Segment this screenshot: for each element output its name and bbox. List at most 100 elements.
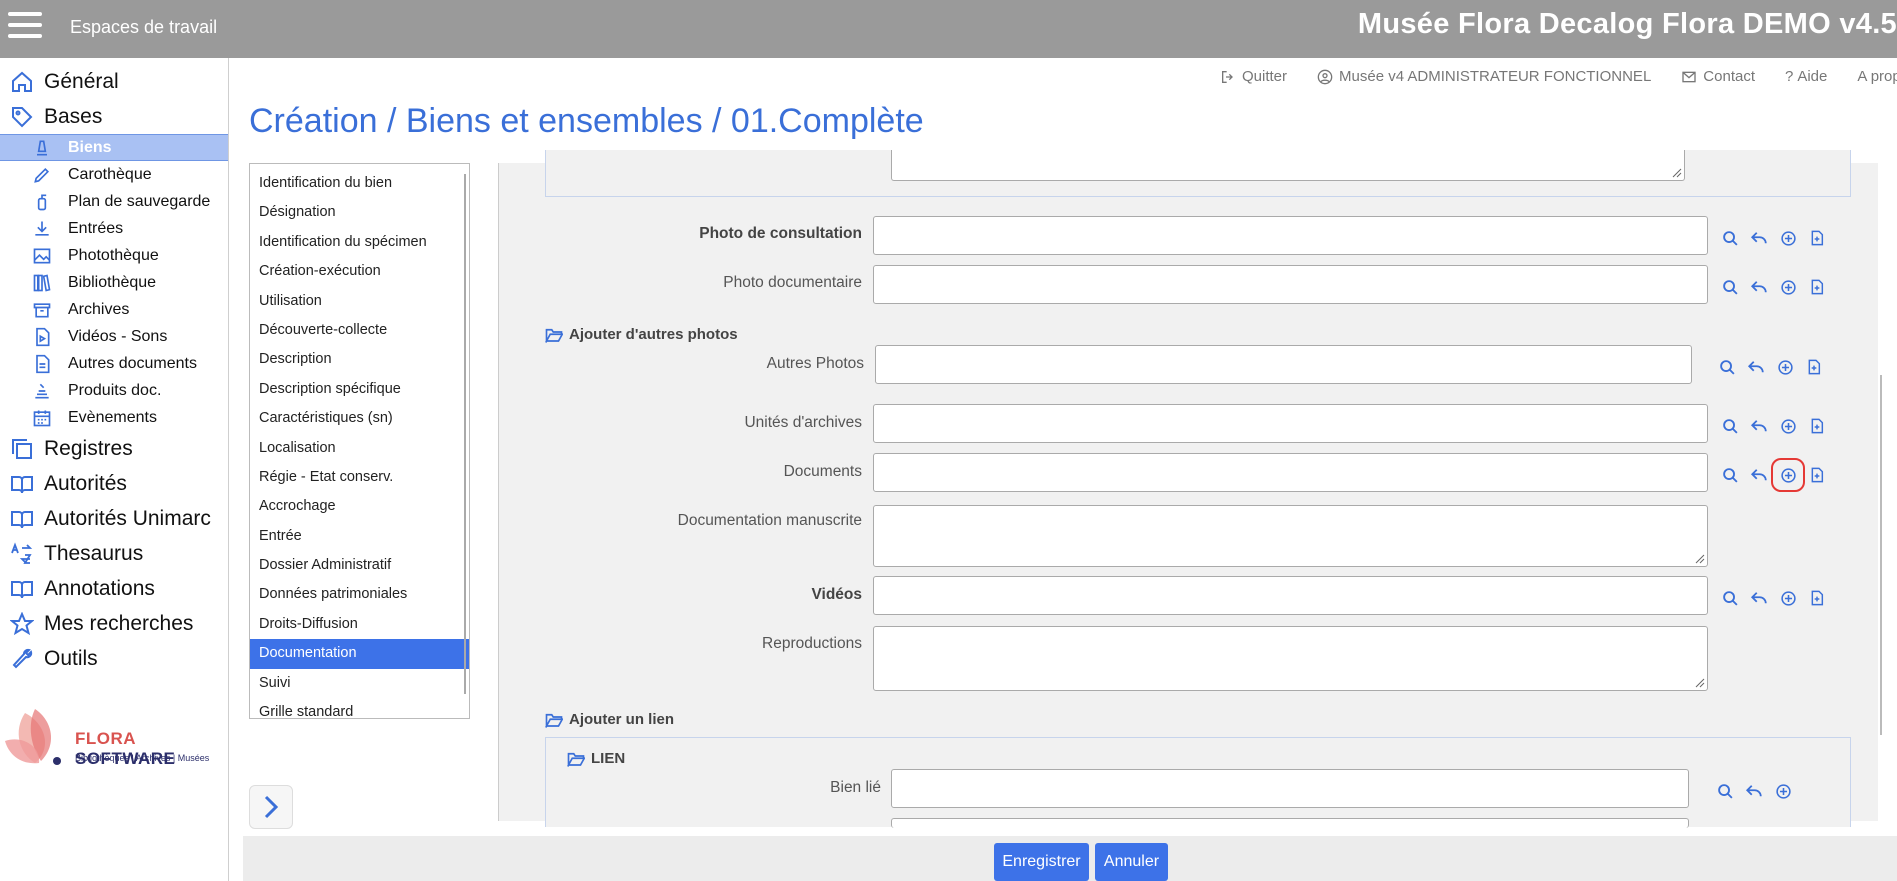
add-circle-icon[interactable] xyxy=(1778,228,1798,248)
nav-outils[interactable]: Outils xyxy=(0,641,228,676)
add-circle-icon[interactable] xyxy=(1775,357,1795,377)
quit-link[interactable]: Quitter xyxy=(1220,68,1287,85)
nav-bases[interactable]: Bases xyxy=(0,99,228,134)
add-circle-icon[interactable] xyxy=(1771,458,1805,492)
section-item[interactable]: Identification du spécimen xyxy=(250,228,469,257)
undo-icon[interactable] xyxy=(1746,357,1766,377)
search-icon[interactable] xyxy=(1715,781,1735,801)
workspaces-link[interactable]: Espaces de travail xyxy=(70,17,217,38)
undo-icon[interactable] xyxy=(1749,228,1769,248)
nav-general[interactable]: Général xyxy=(0,64,228,99)
help-link[interactable]: ? Aide xyxy=(1785,68,1827,85)
section-item[interactable]: Données patrimoniales xyxy=(250,580,469,609)
new-file-icon[interactable] xyxy=(1804,357,1824,377)
form-scrollbar[interactable] xyxy=(1880,375,1882,735)
contact-link[interactable]: Contact xyxy=(1681,68,1755,85)
documentation-manuscrite-textarea[interactable] xyxy=(873,505,1708,567)
search-icon[interactable] xyxy=(1717,357,1737,377)
documents-field[interactable] xyxy=(873,453,1708,492)
sidebar-item-evenements[interactable]: Evènements xyxy=(0,404,228,431)
sidebar-item-produits-doc[interactable]: Produits doc. xyxy=(0,377,228,404)
search-icon[interactable] xyxy=(1720,588,1740,608)
question-icon: ? xyxy=(1785,68,1794,85)
section-item[interactable]: Régie - Etat conserv. xyxy=(250,463,469,492)
sidebar-item-videos-sons[interactable]: Vidéos - Sons xyxy=(0,323,228,350)
add-circle-icon[interactable] xyxy=(1778,588,1798,608)
section-list-scrollbar[interactable] xyxy=(464,174,466,694)
sidebar-item-carotheque[interactable]: Carothèque xyxy=(0,161,228,188)
add-link-group[interactable]: Ajouter un lien xyxy=(545,711,674,728)
sidebar-item-plan-sauvegarde[interactable]: Plan de sauvegarde xyxy=(0,188,228,215)
search-icon[interactable] xyxy=(1720,277,1740,297)
section-item[interactable]: Identification du bien xyxy=(250,169,469,198)
add-circle-icon[interactable] xyxy=(1778,416,1798,436)
user-icon xyxy=(1317,69,1333,84)
undo-icon[interactable] xyxy=(1749,588,1769,608)
section-item[interactable]: Suivi xyxy=(250,669,469,698)
user-link[interactable]: Musée v4 ADMINISTRATEUR FONCTIONNEL xyxy=(1317,68,1651,85)
new-file-icon[interactable] xyxy=(1807,465,1827,485)
sidebar-item-entrees[interactable]: Entrées xyxy=(0,215,228,242)
undo-icon[interactable] xyxy=(1744,781,1764,801)
section-item[interactable]: Utilisation xyxy=(250,287,469,316)
section-item[interactable]: Entrée xyxy=(250,522,469,551)
sidebar-item-autres-documents[interactable]: Autres documents xyxy=(0,350,228,377)
biens-icon xyxy=(30,136,54,160)
section-item[interactable]: Désignation xyxy=(250,198,469,227)
tag-icon xyxy=(8,103,36,131)
nav-annotations[interactable]: Annotations xyxy=(0,571,228,606)
undo-icon[interactable] xyxy=(1749,465,1769,485)
section-item[interactable]: Description spécifique xyxy=(250,375,469,404)
nav-annotations-label: Annotations xyxy=(44,576,155,600)
add-other-photos-group[interactable]: Ajouter d'autres photos xyxy=(545,326,738,343)
new-file-icon[interactable] xyxy=(1807,228,1827,248)
section-item[interactable]: Description xyxy=(250,345,469,374)
next-field-partial[interactable] xyxy=(891,818,1689,828)
new-file-icon[interactable] xyxy=(1807,277,1827,297)
section-item[interactable]: Dossier Administratif xyxy=(250,551,469,580)
section-item[interactable]: Droits-Diffusion xyxy=(250,610,469,639)
photo-consultation-field[interactable] xyxy=(873,216,1708,255)
new-file-icon[interactable] xyxy=(1807,588,1827,608)
section-item[interactable]: Localisation xyxy=(250,434,469,463)
photo-documentaire-field[interactable] xyxy=(873,265,1708,304)
section-item[interactable]: Création-exécution xyxy=(250,257,469,286)
add-circle-icon[interactable] xyxy=(1773,781,1793,801)
unites-archives-field[interactable] xyxy=(873,404,1708,443)
new-file-icon[interactable] xyxy=(1807,416,1827,436)
search-icon[interactable] xyxy=(1720,465,1740,485)
section-item[interactable]: Caractéristiques (sn) xyxy=(250,404,469,433)
sidebar-item-biens[interactable]: Biens xyxy=(0,134,228,161)
save-button[interactable]: Enregistrer xyxy=(994,843,1089,881)
lien-subgroup[interactable]: LIEN xyxy=(567,750,625,767)
nav-thesaurus[interactable]: Thesaurus xyxy=(0,536,228,571)
photo-documentaire-actions xyxy=(1720,277,1836,297)
undo-icon[interactable] xyxy=(1749,277,1769,297)
section-item[interactable]: Accrochage xyxy=(250,492,469,521)
section-item-active[interactable]: Documentation xyxy=(250,639,469,669)
about-link[interactable]: A propos xyxy=(1857,68,1897,85)
cancel-button[interactable]: Annuler xyxy=(1095,843,1168,881)
nav-mes-recherches[interactable]: Mes recherches xyxy=(0,606,228,641)
search-icon[interactable] xyxy=(1720,228,1740,248)
previous-textarea[interactable] xyxy=(891,150,1685,181)
undo-icon[interactable] xyxy=(1749,416,1769,436)
flora-flower-icon xyxy=(5,709,61,765)
section-item[interactable]: Grille standard xyxy=(250,698,469,718)
sidebar-item-archives[interactable]: Archives xyxy=(0,296,228,323)
hamburger-menu-icon[interactable] xyxy=(8,12,42,42)
autres-photos-label: Autres Photos xyxy=(766,355,864,372)
nav-registres[interactable]: Registres xyxy=(0,431,228,466)
reproductions-textarea[interactable] xyxy=(873,626,1708,691)
section-item[interactable]: Découverte-collecte xyxy=(250,316,469,345)
expand-panel-button[interactable] xyxy=(249,785,293,829)
nav-autorites[interactable]: Autorités xyxy=(0,466,228,501)
nav-autorites-unimarc[interactable]: Autorités Unimarc xyxy=(0,501,228,536)
sidebar-item-phototheque[interactable]: Photothèque xyxy=(0,242,228,269)
search-icon[interactable] xyxy=(1720,416,1740,436)
autres-photos-field[interactable] xyxy=(875,345,1692,384)
add-circle-icon[interactable] xyxy=(1778,277,1798,297)
sidebar-item-bibliotheque[interactable]: Bibliothèque xyxy=(0,269,228,296)
bien-lie-field[interactable] xyxy=(891,769,1689,808)
videos-field[interactable] xyxy=(873,576,1708,615)
